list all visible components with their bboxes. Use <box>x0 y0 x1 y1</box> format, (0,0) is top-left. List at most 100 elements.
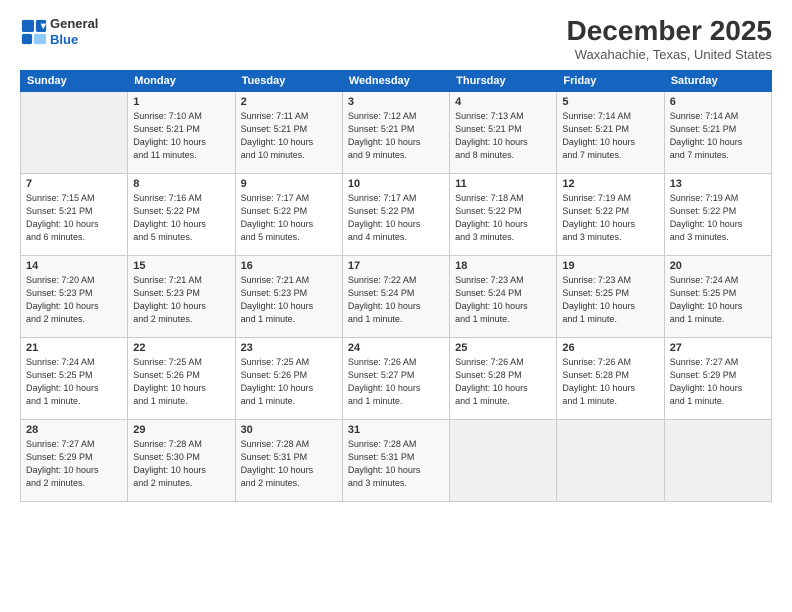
day-number: 6 <box>670 96 766 108</box>
day-info: Sunrise: 7:16 AM Sunset: 5:22 PM Dayligh… <box>133 192 229 244</box>
day-info: Sunrise: 7:17 AM Sunset: 5:22 PM Dayligh… <box>348 192 444 244</box>
day-info: Sunrise: 7:25 AM Sunset: 5:26 PM Dayligh… <box>133 356 229 408</box>
calendar-table: Sunday Monday Tuesday Wednesday Thursday… <box>20 70 772 502</box>
day-info: Sunrise: 7:28 AM Sunset: 5:31 PM Dayligh… <box>348 438 444 490</box>
day-cell: 24Sunrise: 7:26 AM Sunset: 5:27 PM Dayli… <box>342 337 449 419</box>
day-number: 18 <box>455 260 551 272</box>
day-number: 12 <box>562 178 658 190</box>
day-cell <box>450 419 557 501</box>
day-info: Sunrise: 7:24 AM Sunset: 5:25 PM Dayligh… <box>670 274 766 326</box>
day-cell: 6 Sunrise: 7:14 AM Sunset: 5:21 PM Daylig… <box>664 91 771 173</box>
day-cell: 3 Sunrise: 7:12 AM Sunset: 5:21 PM Daylig… <box>342 91 449 173</box>
day-number: 13 <box>670 178 766 190</box>
day-number: 20 <box>670 260 766 272</box>
day-cell: 11 Sunrise: 7:18 AM Sunset: 5:22 PM Dayli… <box>450 173 557 255</box>
day-cell: 18 Sunrise: 7:23 AM Sunset: 5:24 PM Dayli… <box>450 255 557 337</box>
day-cell: 28Sunrise: 7:27 AM Sunset: 5:29 PM Dayli… <box>21 419 128 501</box>
day-cell: 8 Sunrise: 7:16 AM Sunset: 5:22 PM Daylig… <box>128 173 235 255</box>
day-cell <box>664 419 771 501</box>
day-info: Sunrise: 7:24 AM Sunset: 5:25 PM Dayligh… <box>26 356 122 408</box>
day-info: Sunrise: 7:23 AM Sunset: 5:25 PM Dayligh… <box>562 274 658 326</box>
day-cell: 21 Sunrise: 7:24 AM Sunset: 5:25 PM Dayli… <box>21 337 128 419</box>
day-cell: 12 Sunrise: 7:19 AM Sunset: 5:22 PM Dayli… <box>557 173 664 255</box>
day-info: Sunrise: 7:19 AM Sunset: 5:22 PM Dayligh… <box>670 192 766 244</box>
day-info: Sunrise: 7:22 AM Sunset: 5:24 PM Dayligh… <box>348 274 444 326</box>
col-tuesday: Tuesday <box>235 70 342 91</box>
day-info: Sunrise: 7:27 AM Sunset: 5:29 PM Dayligh… <box>670 356 766 408</box>
day-cell: 14Sunrise: 7:20 AM Sunset: 5:23 PM Dayli… <box>21 255 128 337</box>
day-info: Sunrise: 7:26 AM Sunset: 5:28 PM Dayligh… <box>562 356 658 408</box>
logo-line2: Blue <box>50 32 98 48</box>
day-cell: 29Sunrise: 7:28 AM Sunset: 5:30 PM Dayli… <box>128 419 235 501</box>
day-cell: 9 Sunrise: 7:17 AM Sunset: 5:22 PM Daylig… <box>235 173 342 255</box>
day-info: Sunrise: 7:21 AM Sunset: 5:23 PM Dayligh… <box>133 274 229 326</box>
header: General Blue December 2025 Waxahachie, T… <box>20 16 772 62</box>
day-number: 25 <box>455 342 551 354</box>
day-cell: 25 Sunrise: 7:26 AM Sunset: 5:28 PM Dayli… <box>450 337 557 419</box>
day-cell: 17Sunrise: 7:22 AM Sunset: 5:24 PM Dayli… <box>342 255 449 337</box>
day-number: 22 <box>133 342 229 354</box>
day-number: 27 <box>670 342 766 354</box>
day-cell <box>557 419 664 501</box>
week-row-3: 14Sunrise: 7:20 AM Sunset: 5:23 PM Dayli… <box>21 255 772 337</box>
day-number: 1 <box>133 96 229 108</box>
day-info: Sunrise: 7:14 AM Sunset: 5:21 PM Dayligh… <box>670 110 766 162</box>
day-cell: 26Sunrise: 7:26 AM Sunset: 5:28 PM Dayli… <box>557 337 664 419</box>
calendar-header: Sunday Monday Tuesday Wednesday Thursday… <box>21 70 772 91</box>
logo: General Blue <box>20 16 98 47</box>
day-info: Sunrise: 7:13 AM Sunset: 5:21 PM Dayligh… <box>455 110 551 162</box>
day-number: 21 <box>26 342 122 354</box>
day-cell: 31Sunrise: 7:28 AM Sunset: 5:31 PM Dayli… <box>342 419 449 501</box>
day-info: Sunrise: 7:25 AM Sunset: 5:26 PM Dayligh… <box>241 356 337 408</box>
day-number: 4 <box>455 96 551 108</box>
day-cell: 10 Sunrise: 7:17 AM Sunset: 5:22 PM Dayli… <box>342 173 449 255</box>
day-number: 19 <box>562 260 658 272</box>
header-row: Sunday Monday Tuesday Wednesday Thursday… <box>21 70 772 91</box>
day-cell: 16 Sunrise: 7:21 AM Sunset: 5:23 PM Dayli… <box>235 255 342 337</box>
calendar-body: 1 Sunrise: 7:10 AM Sunset: 5:21 PM Daylig… <box>21 91 772 501</box>
day-cell: 27 Sunrise: 7:27 AM Sunset: 5:29 PM Dayli… <box>664 337 771 419</box>
day-number: 5 <box>562 96 658 108</box>
day-cell: 5 Sunrise: 7:14 AM Sunset: 5:21 PM Daylig… <box>557 91 664 173</box>
day-number: 24 <box>348 342 444 354</box>
day-info: Sunrise: 7:21 AM Sunset: 5:23 PM Dayligh… <box>241 274 337 326</box>
day-number: 23 <box>241 342 337 354</box>
day-info: Sunrise: 7:26 AM Sunset: 5:28 PM Dayligh… <box>455 356 551 408</box>
month-title: December 2025 <box>567 16 772 47</box>
week-row-4: 21 Sunrise: 7:24 AM Sunset: 5:25 PM Dayli… <box>21 337 772 419</box>
day-number: 9 <box>241 178 337 190</box>
day-number: 11 <box>455 178 551 190</box>
col-wednesday: Wednesday <box>342 70 449 91</box>
day-info: Sunrise: 7:18 AM Sunset: 5:22 PM Dayligh… <box>455 192 551 244</box>
day-number: 3 <box>348 96 444 108</box>
day-info: Sunrise: 7:17 AM Sunset: 5:22 PM Dayligh… <box>241 192 337 244</box>
location: Waxahachie, Texas, United States <box>567 47 772 62</box>
day-info: Sunrise: 7:14 AM Sunset: 5:21 PM Dayligh… <box>562 110 658 162</box>
day-info: Sunrise: 7:11 AM Sunset: 5:21 PM Dayligh… <box>241 110 337 162</box>
day-info: Sunrise: 7:15 AM Sunset: 5:21 PM Dayligh… <box>26 192 122 244</box>
col-friday: Friday <box>557 70 664 91</box>
week-row-5: 28Sunrise: 7:27 AM Sunset: 5:29 PM Dayli… <box>21 419 772 501</box>
day-info: Sunrise: 7:19 AM Sunset: 5:22 PM Dayligh… <box>562 192 658 244</box>
day-info: Sunrise: 7:10 AM Sunset: 5:21 PM Dayligh… <box>133 110 229 162</box>
col-thursday: Thursday <box>450 70 557 91</box>
day-cell: 23 Sunrise: 7:25 AM Sunset: 5:26 PM Dayli… <box>235 337 342 419</box>
day-number: 10 <box>348 178 444 190</box>
col-monday: Monday <box>128 70 235 91</box>
day-cell: 4 Sunrise: 7:13 AM Sunset: 5:21 PM Daylig… <box>450 91 557 173</box>
day-info: Sunrise: 7:27 AM Sunset: 5:29 PM Dayligh… <box>26 438 122 490</box>
col-saturday: Saturday <box>664 70 771 91</box>
page: General Blue December 2025 Waxahachie, T… <box>0 0 792 612</box>
day-info: Sunrise: 7:28 AM Sunset: 5:31 PM Dayligh… <box>241 438 337 490</box>
day-number: 8 <box>133 178 229 190</box>
day-info: Sunrise: 7:28 AM Sunset: 5:30 PM Dayligh… <box>133 438 229 490</box>
day-info: Sunrise: 7:12 AM Sunset: 5:21 PM Dayligh… <box>348 110 444 162</box>
day-number: 16 <box>241 260 337 272</box>
day-number: 15 <box>133 260 229 272</box>
day-cell: 20 Sunrise: 7:24 AM Sunset: 5:25 PM Dayli… <box>664 255 771 337</box>
day-cell <box>21 91 128 173</box>
day-info: Sunrise: 7:20 AM Sunset: 5:23 PM Dayligh… <box>26 274 122 326</box>
week-row-2: 7Sunrise: 7:15 AM Sunset: 5:21 PM Daylig… <box>21 173 772 255</box>
day-info: Sunrise: 7:23 AM Sunset: 5:24 PM Dayligh… <box>455 274 551 326</box>
day-cell: 30Sunrise: 7:28 AM Sunset: 5:31 PM Dayli… <box>235 419 342 501</box>
